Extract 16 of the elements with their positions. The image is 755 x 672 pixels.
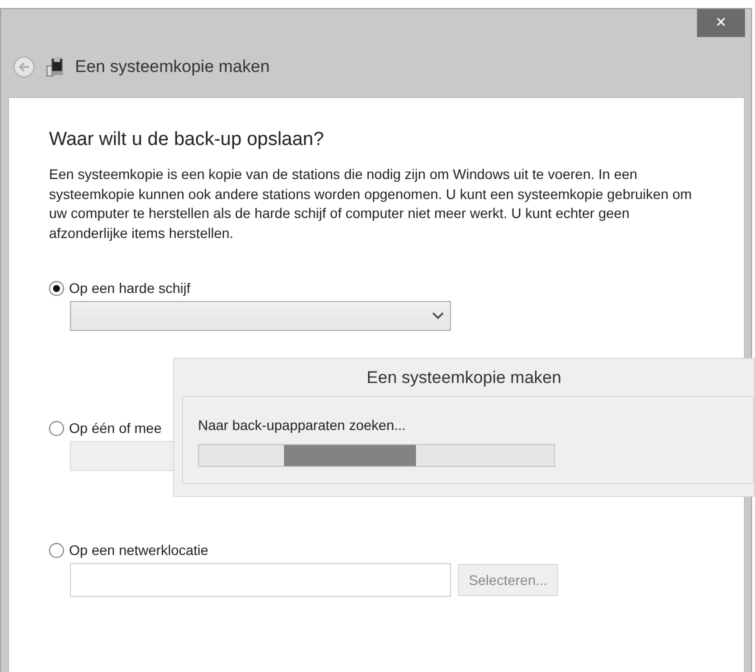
page-heading: Waar wilt u de back-up opslaan?	[49, 128, 324, 151]
close-button[interactable]: ✕	[697, 9, 745, 37]
radio-button[interactable]	[49, 280, 64, 296]
status-message: Naar back-upapparaten zoeken...	[198, 417, 407, 433]
select-button[interactable]: Selecteren...	[458, 564, 558, 596]
description-text: Een systeemkopie is een kopie van de stations die nodig zijn om Windows uit te voeren. In een systeemkopie kunnen ook andere stations worden opgenomen. U kunt een systeemkopie gebruiken om uw computer te herstellen als de harde schijf of computer niet meer werkt. U kunt echter geen afzonderlijke items herstellen.	[49, 165, 693, 243]
radio-button[interactable]	[49, 542, 64, 558]
option-label: Op een netwerklocatie	[69, 542, 208, 558]
window-title: Een systeemkopie maken	[75, 57, 270, 77]
chevron-down-icon	[432, 312, 444, 320]
path-input-field[interactable]	[70, 563, 451, 597]
dropdown-field[interactable]	[70, 301, 451, 331]
option-label: Op een harde schijf	[69, 280, 190, 296]
option-label: Op één of mee	[69, 420, 162, 436]
backup-computer-icon	[45, 56, 65, 78]
dialog-title: Een systeemkopie maken	[366, 367, 562, 389]
